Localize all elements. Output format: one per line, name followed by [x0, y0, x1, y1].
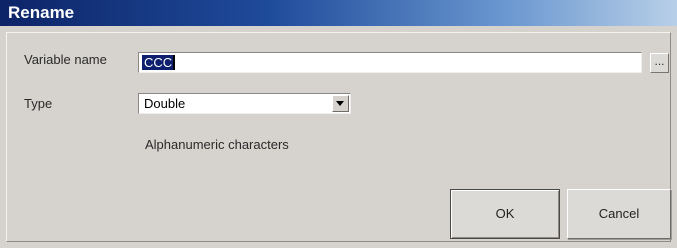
title-bar[interactable]: Rename	[0, 0, 677, 26]
cancel-button[interactable]: Cancel	[567, 189, 671, 239]
variable-name-input[interactable]: CCC	[138, 52, 642, 73]
type-selected-value: Double	[144, 96, 186, 111]
type-select[interactable]: Double	[138, 93, 351, 114]
variable-name-value: CCC	[142, 55, 175, 70]
dropdown-arrow-button[interactable]	[332, 95, 349, 112]
text-caret	[173, 55, 175, 70]
variable-name-label: Variable name	[24, 52, 107, 67]
hint-text: Alphanumeric characters	[145, 137, 289, 152]
dialog-title: Rename	[8, 3, 75, 22]
chevron-down-icon	[336, 101, 344, 106]
browse-button[interactable]: ...	[650, 53, 669, 73]
ok-button[interactable]: OK	[450, 189, 560, 239]
type-label: Type	[24, 96, 53, 111]
rename-dialog: Rename Variable name CCC ... Type Double…	[0, 0, 677, 248]
